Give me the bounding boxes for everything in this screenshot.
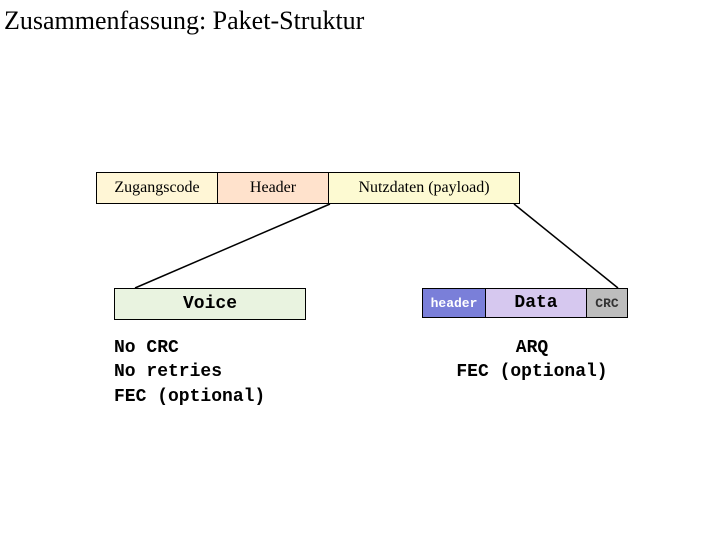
packet-structure: Zugangscode Header Nutzdaten (payload) (96, 172, 520, 204)
page-title: Zusammenfassung: Paket-Struktur (4, 6, 364, 36)
data-segment-header: header (422, 288, 486, 318)
segment-payload: Nutzdaten (payload) (329, 173, 519, 203)
segment-access-code: Zugangscode (97, 173, 218, 203)
data-notes: ARQ FEC (optional) (432, 336, 632, 385)
voice-notes: No CRC No retries FEC (optional) (114, 336, 265, 409)
data-payload-box: header Data CRC (422, 288, 628, 318)
data-segment-body: Data (485, 288, 587, 318)
connector-lines (0, 0, 720, 540)
data-segment-crc: CRC (586, 288, 628, 318)
segment-header: Header (218, 173, 329, 203)
voice-payload-box: Voice (114, 288, 306, 320)
